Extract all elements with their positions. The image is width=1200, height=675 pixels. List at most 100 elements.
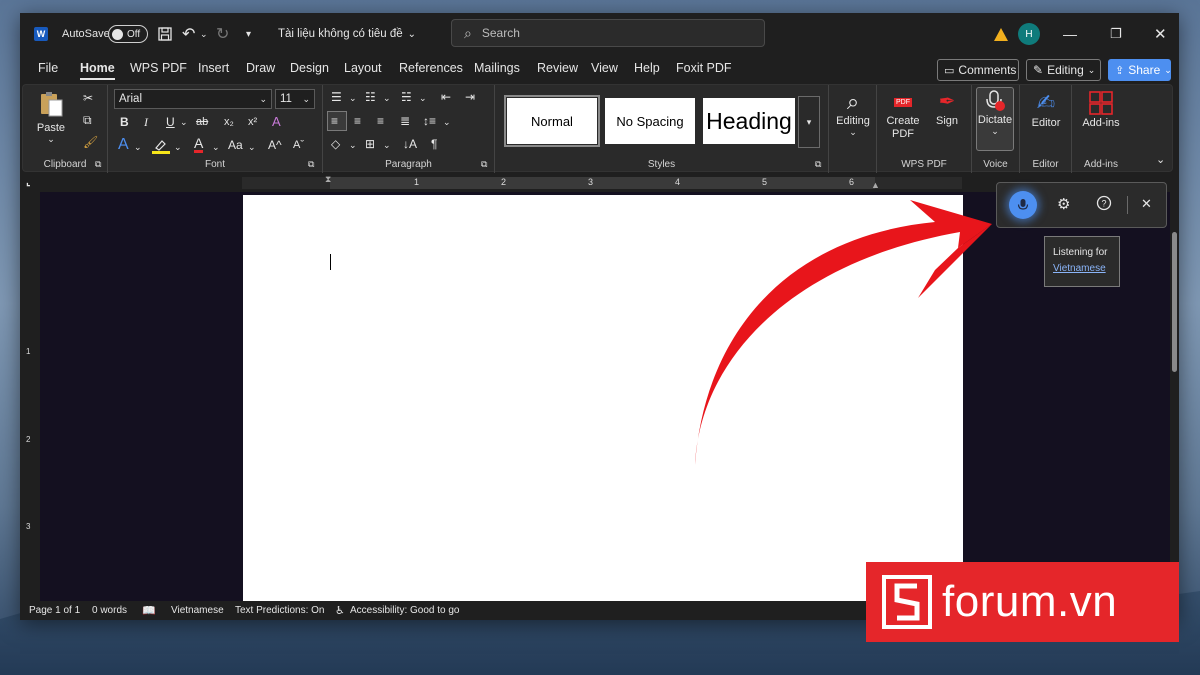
decrease-indent-icon[interactable]: ⇤ [441, 90, 451, 104]
autosave-toggle[interactable]: Off [108, 25, 148, 43]
format-painter-icon[interactable]: 🖌 [83, 135, 98, 149]
tab-view[interactable]: View [591, 61, 618, 75]
font-size-select[interactable]: 11 ⌄ [275, 89, 315, 109]
tab-mailings[interactable]: Mailings [474, 61, 520, 75]
scrollbar-thumb[interactable] [1172, 232, 1177, 372]
strikethrough-icon[interactable]: ab [196, 115, 208, 129]
bold-icon[interactable]: B [120, 115, 129, 129]
borders-icon[interactable]: ⊞ [365, 137, 375, 151]
tab-wps-pdf[interactable]: WPS PDF [130, 61, 187, 75]
borders-chevron-icon[interactable]: ⌄ [383, 138, 391, 152]
editor-button[interactable]: ✍ Editor [1024, 89, 1068, 129]
document-page[interactable] [243, 195, 963, 601]
copy-icon[interactable]: ⧉ [83, 113, 92, 127]
align-center-icon[interactable]: ≡ [354, 114, 361, 128]
line-spacing-icon[interactable]: ↕≡ [423, 114, 436, 128]
comments-button[interactable]: ▭ Comments [937, 59, 1019, 81]
shrink-font-icon[interactable]: Aˇ [293, 138, 304, 152]
tab-draw[interactable]: Draw [246, 61, 275, 75]
style-normal[interactable]: Normal [504, 95, 600, 147]
font-color-chevron-icon[interactable]: ⌄ [212, 140, 220, 154]
word-count[interactable]: 0 words [92, 605, 127, 616]
grow-font-icon[interactable]: A^ [268, 138, 282, 152]
text-effects-chevron-icon[interactable]: ⌄ [134, 140, 142, 154]
search-box[interactable]: ⌕ Search [451, 19, 765, 47]
increase-indent-icon[interactable]: ⇥ [465, 90, 475, 104]
help-icon[interactable]: ? [1096, 195, 1112, 215]
save-icon[interactable] [157, 13, 173, 55]
tab-layout[interactable]: Layout [344, 61, 382, 75]
font-launcher-icon[interactable]: ⧉ [308, 157, 314, 171]
page-count[interactable]: Page 1 of 1 [29, 605, 80, 616]
multilevel-list-icon[interactable]: ☵ [401, 90, 412, 104]
numbering-chevron-icon[interactable]: ⌄ [383, 91, 391, 105]
dictation-mic-button[interactable] [1009, 191, 1037, 219]
avatar-wrap[interactable]: H [1018, 13, 1040, 55]
close-dictation-icon[interactable]: ✕ [1141, 196, 1152, 212]
shading-icon[interactable]: ◇ [331, 137, 340, 151]
warning-icon[interactable] [994, 13, 1008, 55]
highlight-icon[interactable] [152, 138, 170, 157]
restore-icon[interactable]: ❐ [1110, 13, 1122, 55]
clear-formatting-icon[interactable]: A [272, 115, 281, 129]
undo-dropdown-icon[interactable]: ⌄ [200, 13, 208, 55]
styles-more-icon[interactable]: ▾ [798, 96, 820, 148]
vertical-scrollbar[interactable] [1170, 192, 1179, 601]
show-formatting-icon[interactable]: ¶ [431, 137, 437, 151]
styles-launcher-icon[interactable]: ⧉ [815, 157, 821, 171]
dictate-button[interactable]: Dictate ⌄ [976, 87, 1014, 151]
tab-foxit-pdf[interactable]: Foxit PDF [676, 61, 732, 75]
close-icon[interactable]: ✕ [1154, 13, 1167, 55]
underline-icon[interactable]: U [166, 115, 175, 129]
clipboard-launcher-icon[interactable]: ⧉ [95, 157, 101, 171]
line-spacing-chevron-icon[interactable]: ⌄ [443, 115, 451, 129]
text-predictions-status[interactable]: Text Predictions: On [235, 605, 324, 616]
tab-help[interactable]: Help [634, 61, 660, 75]
underline-chevron-icon[interactable]: ⌄ [180, 115, 188, 129]
tab-insert[interactable]: Insert [198, 61, 229, 75]
document-title[interactable]: Tài liệu không có tiêu đề ⌄ [278, 13, 416, 55]
settings-gear-icon[interactable]: ⚙ [1057, 195, 1070, 213]
accessibility-status[interactable]: Accessibility: Good to go [350, 605, 460, 616]
style-heading[interactable]: Heading [703, 98, 795, 144]
font-color-icon[interactable]: A [194, 136, 204, 153]
sign-button[interactable]: ✒ Sign [927, 89, 967, 127]
italic-icon[interactable]: I [144, 115, 148, 129]
font-family-select[interactable]: Arial ⌄ [114, 89, 272, 109]
ribbon-collapse-chevron-icon[interactable]: ⌄ [1156, 153, 1165, 167]
tab-selector-icon[interactable]: ⌞ [26, 176, 31, 190]
dictation-language-link[interactable]: Vietnamese [1053, 263, 1106, 274]
addins-button[interactable]: Add-ins [1076, 89, 1126, 129]
highlight-chevron-icon[interactable]: ⌄ [174, 140, 182, 154]
tab-file[interactable]: File [38, 61, 58, 75]
cut-icon[interactable]: ✂ [83, 91, 93, 105]
editing-button[interactable]: ⌕ Editing ⌄ [831, 89, 875, 138]
subscript-icon[interactable]: x₂ [224, 115, 234, 129]
numbering-icon[interactable]: ☷ [365, 90, 376, 104]
language-status[interactable]: Vietnamese [171, 605, 224, 616]
justify-icon[interactable]: ≣ [400, 114, 410, 128]
share-button[interactable]: ⇪ Share ⌄ [1108, 59, 1172, 81]
avatar[interactable]: H [1018, 23, 1040, 45]
autosave-toggle-wrap[interactable]: Off [108, 13, 148, 55]
indent-marker-icon[interactable]: ⧗ [325, 174, 331, 185]
tab-design[interactable]: Design [290, 61, 329, 75]
shading-chevron-icon[interactable]: ⌄ [349, 138, 357, 152]
tab-review[interactable]: Review [537, 61, 578, 75]
minimize-icon[interactable]: — [1063, 13, 1077, 55]
sort-icon[interactable]: ↓A [403, 137, 417, 151]
paragraph-launcher-icon[interactable]: ⧉ [481, 157, 487, 171]
multilevel-chevron-icon[interactable]: ⌄ [419, 91, 427, 105]
proofing-icon[interactable]: 📖 [142, 604, 156, 617]
bullets-chevron-icon[interactable]: ⌄ [349, 91, 357, 105]
tab-references[interactable]: References [399, 61, 463, 75]
create-pdf-button[interactable]: PDF Create PDF [881, 89, 925, 141]
redo-icon[interactable]: ↻ [216, 13, 229, 55]
text-effects-icon[interactable]: A [118, 137, 129, 153]
customize-toolbar-icon[interactable]: ▾ [246, 13, 251, 55]
align-left-icon[interactable]: ≡ [327, 111, 347, 131]
tab-home[interactable]: Home [80, 61, 115, 80]
paste-button[interactable]: Paste ⌄ [31, 89, 71, 145]
style-no-spacing[interactable]: No Spacing [605, 98, 695, 144]
change-case-icon[interactable]: Aa [228, 138, 243, 152]
